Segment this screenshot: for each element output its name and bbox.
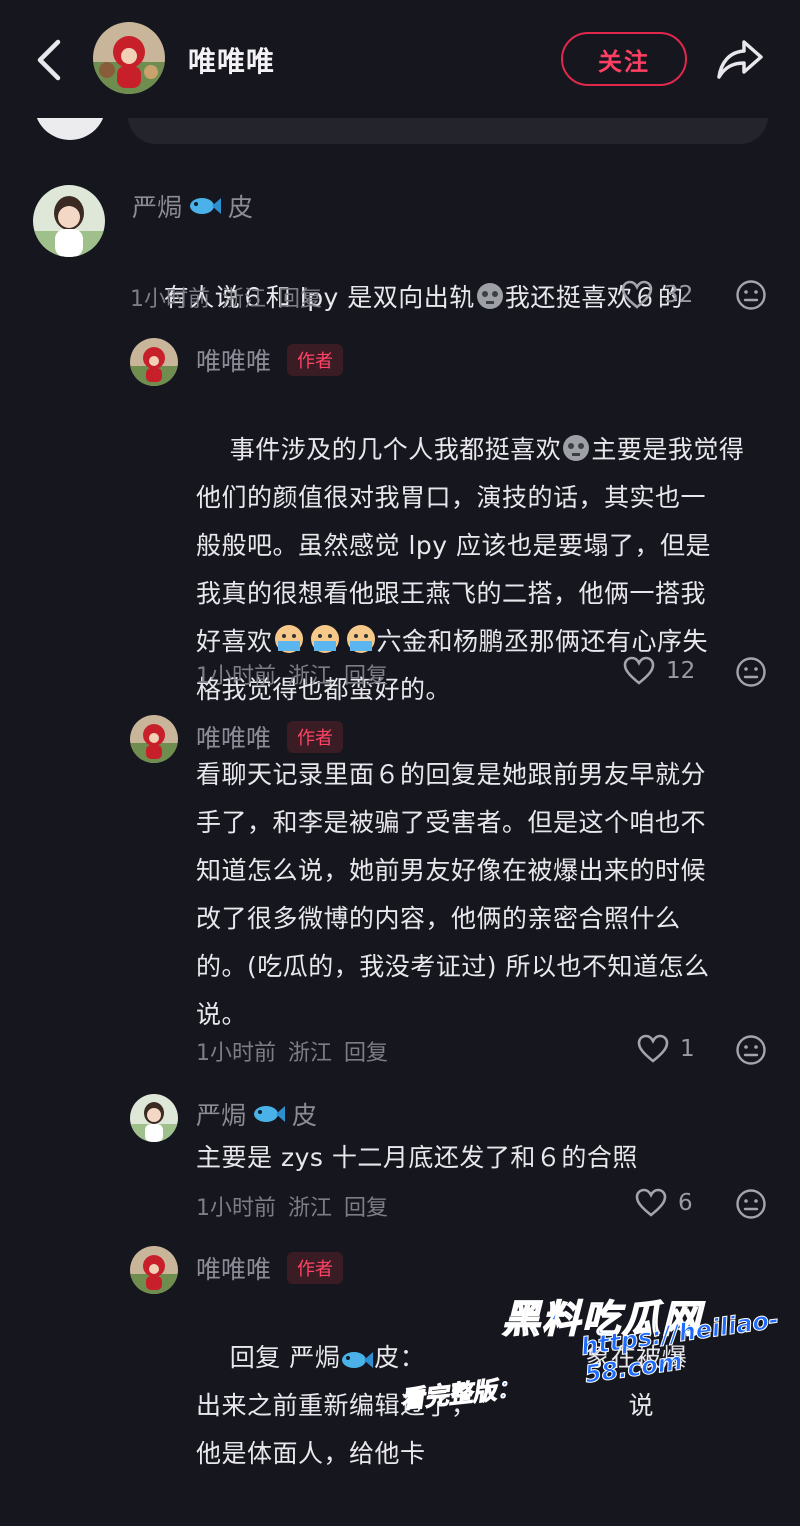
username-suffix: 皮 [292,1101,318,1130]
location: 浙江 [288,1196,333,1221]
timestamp: 1小时前 [196,1041,276,1066]
fish-icon [254,1106,286,1122]
username-suffix: 皮 [228,193,254,222]
like-count: 6 [678,1190,693,1216]
username[interactable]: 唯唯唯 [196,719,271,755]
avatar[interactable] [130,338,178,386]
share-icon[interactable] [715,36,765,82]
reply-button[interactable]: 回复 [278,281,322,313]
dislike-face-icon[interactable] [735,656,767,688]
location: 浙江 [288,664,333,689]
username-row: 严焗 皮 [132,188,253,224]
author-avatar[interactable] [93,22,165,94]
username-row: 严焗 皮 [196,1096,317,1132]
username-row: 唯唯唯 作者 [196,1250,344,1286]
like-count: 32 [664,282,694,308]
like-button[interactable]: 32 [620,280,693,310]
reply-prefix: 回复 严焗 [229,1343,341,1372]
reply-button[interactable]: 回复 [344,658,388,690]
username-row: 唯唯唯 作者 [196,719,344,755]
heart-icon [637,1034,669,1063]
dislike-face-icon[interactable] [735,1188,767,1220]
heart-icon [635,1188,667,1217]
timestamp: 1小时前 [196,1196,276,1221]
page-title: 唯唯唯 [188,45,276,78]
timestamp: 1小时前 [196,664,276,689]
author-badge: 作者 [287,344,344,376]
timestamp: 1小时前 [130,287,210,312]
avatar[interactable] [130,1246,178,1294]
site-watermark: 黑料吃瓜网 https://heiliao-58.com 看完整版： [396,1282,796,1432]
reply-button[interactable]: 回复 [344,1035,388,1067]
comment-meta: 1小时前 浙江 回复 [196,658,388,690]
comment-meta: 1小时前 浙江 回复 [130,281,322,313]
dislike-face-icon[interactable] [735,1034,767,1066]
location: 浙江 [288,1041,333,1066]
comment-meta: 1小时前 浙江 回复 [196,1190,388,1222]
comment-text: 事件涉及的几个人我都挺喜欢 主要是我觉得 他们的颜值很对我胃口，演技的话，其实也一… [196,435,745,704]
back-arrow-icon[interactable] [30,36,70,84]
avatar[interactable] [33,185,105,257]
like-button[interactable]: 12 [622,656,695,686]
username[interactable]: 唯唯唯 [196,342,271,378]
skull-emoji-icon [476,283,503,309]
skull-emoji-icon [563,435,590,461]
username[interactable]: 唯唯唯 [196,1250,271,1286]
author-badge: 作者 [287,721,344,753]
like-button[interactable]: 1 [636,1034,695,1064]
like-button[interactable]: 6 [634,1188,693,1218]
watermark-cta: 看完整版： [399,1373,522,1415]
follow-button[interactable]: 关注 [561,32,687,86]
username[interactable]: 严焗 [196,1096,246,1132]
username-row: 唯唯唯 作者 [196,342,344,378]
comment-meta: 1小时前 浙江 回复 [196,1035,388,1067]
avatar[interactable] [130,715,178,763]
like-count: 12 [666,658,696,684]
heart-icon [623,656,655,685]
author-badge: 作者 [287,1252,344,1284]
fish-icon [342,1352,374,1368]
avatar[interactable] [130,1094,178,1142]
reply-button[interactable]: 回复 [344,1190,388,1222]
like-count: 1 [680,1036,695,1062]
fish-icon [190,198,222,214]
comment-text: 主要是 zys 十二月底还发了和６的合照 [196,1143,638,1172]
top-nav-bar: 唯唯唯 关注 [0,0,800,118]
heart-icon [621,280,653,309]
comment-text: 看聊天记录里面６的回复是她跟前男友早就分 手了，和李是被骗了受害者。但是这个咱也… [196,760,710,1029]
username[interactable]: 严焗 [132,188,182,224]
crying-emoji-icon [274,625,375,653]
location: 浙江 [222,287,267,312]
dislike-face-icon[interactable] [735,279,767,311]
